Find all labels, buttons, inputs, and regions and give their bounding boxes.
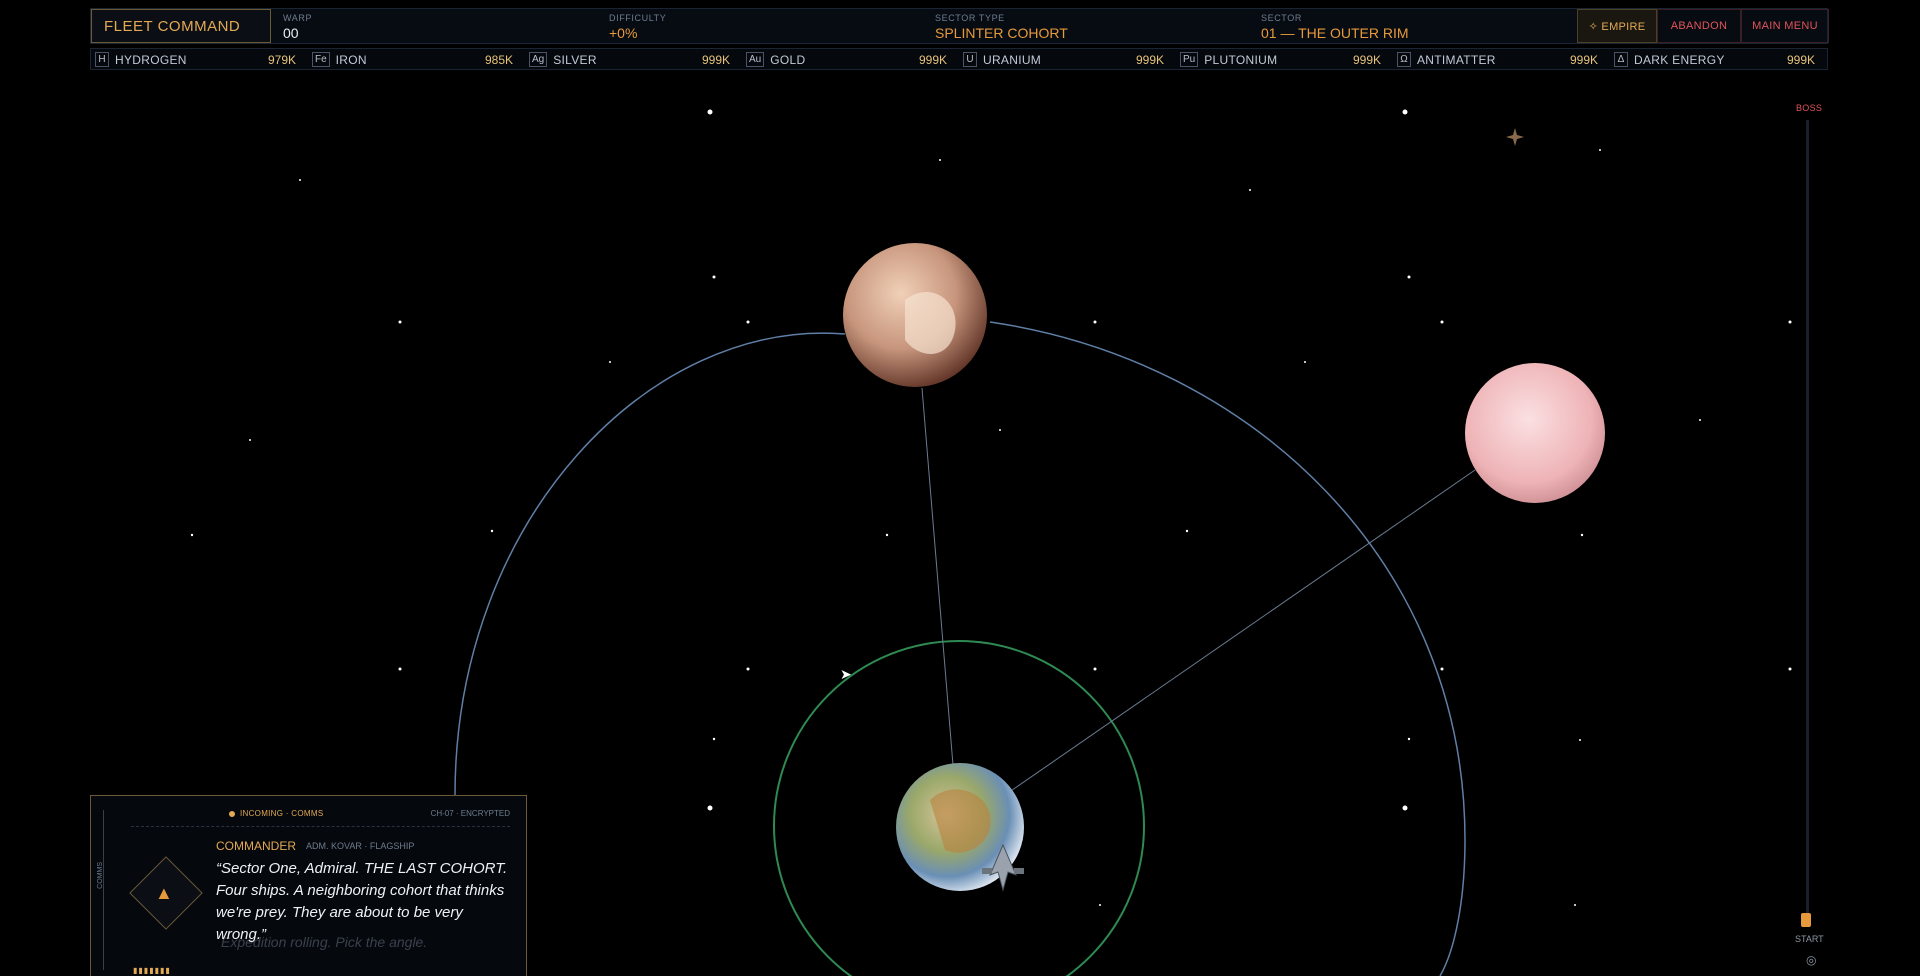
comms-header: INCOMING · COMMS <box>229 809 323 818</box>
resource-name: IRON <box>335 52 367 67</box>
resource-amount: 999K <box>918 52 947 67</box>
audio-waveform-icon: ▮▮▮▮▮▮▮ <box>133 966 171 975</box>
sector-label: SECTOR <box>1261 13 1302 23</box>
resource-symbol: Pu <box>1180 52 1199 67</box>
resource-amount: 985K <box>484 52 513 67</box>
resource-name: PLUTONIUM <box>1204 52 1278 67</box>
resource-name: SILVER <box>553 52 597 67</box>
sector-value: 01 — THE OUTER RIM <box>1261 25 1409 41</box>
sector-stat: SECTOR 01 — THE OUTER RIM <box>1261 13 1409 41</box>
resource-symbol: Ω <box>1397 52 1411 67</box>
progress-track <box>1806 120 1809 920</box>
resource-amount: 999K <box>1352 52 1381 67</box>
comms-side-label: COMMS <box>97 862 104 889</box>
comms-side-rail <box>103 810 114 970</box>
resource-gold: Au GOLD 999K <box>746 51 953 68</box>
resource-bar: H HYDROGEN 979K Fe IRON 985K Ag SILVER 9… <box>90 48 1828 70</box>
resource-amount: 999K <box>1569 52 1598 67</box>
dialogue-text[interactable]: “Sector One, Admiral. THE LAST COHORT. F… <box>216 858 516 946</box>
comms-header-text: INCOMING · COMMS <box>240 809 324 818</box>
resource-symbol: Au <box>746 52 765 67</box>
difficulty-stat: DIFFICULTY +0% <box>609 13 666 41</box>
top-bar: FLEET COMMAND WARP 00 DIFFICULTY +0% SEC… <box>90 8 1829 44</box>
resource-amount: 999K <box>701 52 730 67</box>
sector-type-label: SECTOR TYPE <box>935 13 1005 23</box>
resource-uranium: U URANIUM 999K <box>963 51 1170 68</box>
resource-amount: 999K <box>1786 52 1815 67</box>
resource-silver: Ag SILVER 999K <box>529 51 736 68</box>
start-marker-label: START <box>1795 934 1824 944</box>
main-menu-button[interactable]: MAIN MENU <box>1741 9 1829 43</box>
warp-stat: WARP 00 <box>283 13 312 41</box>
mouse-cursor-icon: ➤ <box>840 666 852 682</box>
recenter-icon[interactable]: ◎ <box>1806 953 1816 967</box>
resource-symbol: Δ <box>1614 52 1628 67</box>
resource-name: GOLD <box>770 52 806 67</box>
sector-type-stat: SECTOR TYPE SPLINTER COHORT <box>935 13 1068 41</box>
boss-marker-label: BOSS <box>1796 103 1823 113</box>
resource-amount: 979K <box>267 52 296 67</box>
resource-antimatter: Ω ANTIMATTER 999K <box>1397 51 1604 68</box>
difficulty-value: +0% <box>609 25 638 41</box>
abandon-button[interactable]: ABANDON <box>1657 9 1741 43</box>
speaker-name: COMMANDER <box>216 839 296 853</box>
resource-dark-energy: Δ DARK ENERGY 999K <box>1614 51 1821 68</box>
resource-symbol: Fe <box>312 52 330 67</box>
resource-name: ANTIMATTER <box>1417 52 1496 67</box>
speaker-role: ADM. KOVAR · FLAGSHIP <box>306 841 415 851</box>
warp-value: 00 <box>283 25 299 41</box>
resource-name: DARK ENERGY <box>1634 52 1725 67</box>
resource-name: HYDROGEN <box>115 52 187 67</box>
resource-amount: 999K <box>1135 52 1164 67</box>
warp-label: WARP <box>283 13 313 23</box>
resource-plutonium: Pu PLUTONIUM 999K <box>1180 51 1387 68</box>
resource-iron: Fe IRON 985K <box>312 51 519 68</box>
progress-pin-icon <box>1801 913 1811 927</box>
resource-symbol: U <box>963 52 977 67</box>
resource-name: URANIUM <box>983 52 1042 67</box>
commander-rank-icon: ▲ <box>155 883 173 903</box>
resource-symbol: Ag <box>529 52 548 67</box>
difficulty-label: DIFFICULTY <box>609 13 667 23</box>
comms-panel: COMMS INCOMING · COMMS CH-07 · ENCRYPTED… <box>90 795 527 976</box>
comms-divider <box>131 826 510 827</box>
resource-symbol: H <box>95 52 109 67</box>
sector-type-value: SPLINTER COHORT <box>935 25 1068 41</box>
resource-hydrogen: H HYDROGEN 979K <box>95 51 302 68</box>
comms-channel: CH-07 · ENCRYPTED <box>430 809 510 818</box>
empire-button[interactable]: ✧ EMPIRE <box>1577 9 1657 43</box>
brand-title: FLEET COMMAND <box>91 9 271 43</box>
